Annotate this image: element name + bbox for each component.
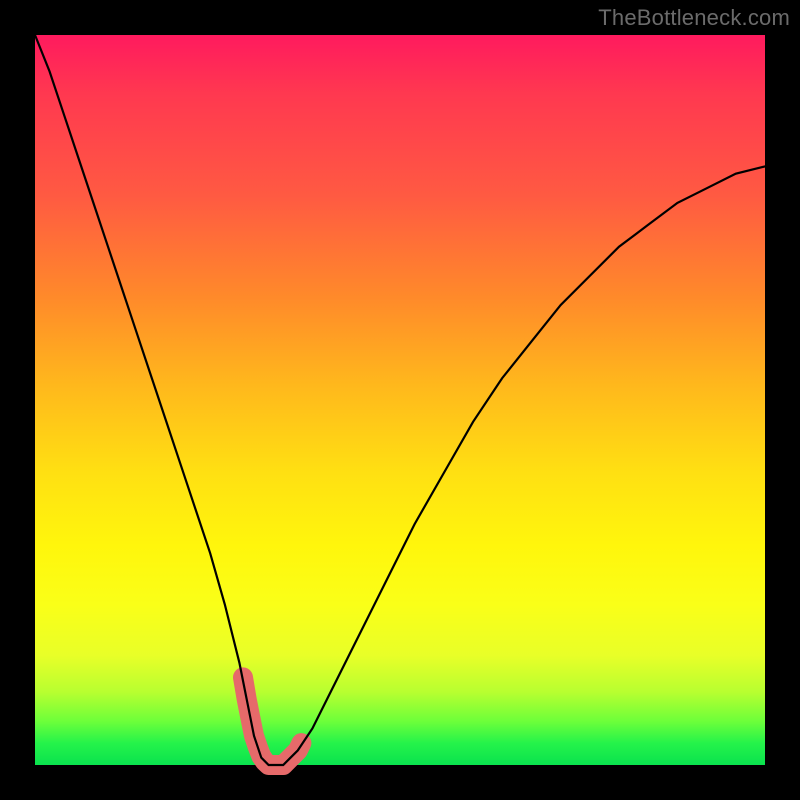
chart-frame: TheBottleneck.com xyxy=(0,0,800,800)
plot-area xyxy=(35,35,765,765)
watermark-text: TheBottleneck.com xyxy=(598,5,790,31)
curve-layer xyxy=(35,35,765,765)
bottleneck-curve-path xyxy=(35,35,765,765)
